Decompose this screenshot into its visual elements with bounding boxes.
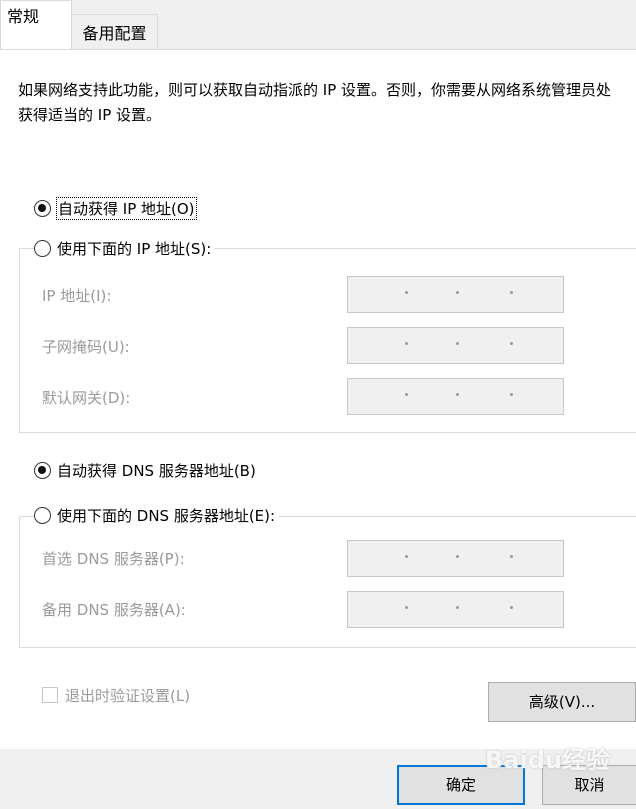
alternate-dns-label: 备用 DNS 服务器(A):	[42, 601, 186, 619]
ip-octet-separator	[456, 342, 459, 345]
ip-octet-separator	[405, 291, 408, 294]
manual-dns-radio-indicator[interactable]	[34, 506, 51, 524]
manual-ip-radio[interactable]: 使用下面的 IP 地址(S):	[34, 236, 216, 260]
description-text: 如果网络支持此功能，则可以获取自动指派的 IP 设置。否则，你需要从网络系统管理…	[18, 81, 612, 124]
manual-ip-radio-indicator[interactable]	[34, 239, 51, 257]
preferred-dns-field[interactable]	[347, 540, 564, 577]
default-gateway-label: 默认网关(D):	[42, 389, 131, 407]
auto-dns-radio-label: 自动获得 DNS 服务器地址(B)	[57, 461, 256, 480]
default-gateway-field[interactable]	[347, 378, 564, 415]
ip-octet-separator	[405, 393, 408, 396]
auto-ip-radio[interactable]: 自动获得 IP 地址(O)	[34, 196, 197, 220]
alternate-dns-field[interactable]	[347, 591, 564, 628]
subnet-mask-label: 子网掩码(U):	[42, 338, 130, 356]
manual-dns-group	[19, 516, 636, 648]
ip-octet-separator	[510, 606, 513, 609]
manual-ip-radio-label: 使用下面的 IP 地址(S):	[57, 239, 212, 258]
validate-on-exit-label: 退出时验证设置(L)	[65, 686, 191, 705]
manual-dns-radio-label: 使用下面的 DNS 服务器地址(E):	[57, 506, 276, 525]
auto-dns-radio-indicator[interactable]	[34, 461, 51, 479]
ip-octet-separator	[510, 555, 513, 558]
ip-octet-separator	[456, 555, 459, 558]
auto-ip-radio-label: 自动获得 IP 地址(O)	[56, 196, 197, 220]
ip-address-label: IP 地址(I):	[42, 287, 112, 305]
ip-octet-separator	[456, 393, 459, 396]
ip-octet-separator	[456, 291, 459, 294]
tab-bar: 常规 备用配置	[0, 0, 636, 49]
tab-general[interactable]: 常规	[0, 0, 72, 49]
preferred-dns-label: 首选 DNS 服务器(P):	[42, 550, 185, 568]
ip-octet-separator	[405, 555, 408, 558]
dialog-footer: 确定 取消	[0, 749, 636, 809]
validate-on-exit-checkbox[interactable]: 退出时验证设置(L)	[42, 684, 190, 706]
ok-button[interactable]: 确定	[397, 765, 525, 805]
ip-octet-separator	[405, 606, 408, 609]
ip-octet-separator	[405, 342, 408, 345]
ip-address-field[interactable]	[347, 276, 564, 313]
cancel-button[interactable]: 取消	[542, 765, 636, 805]
ip-octet-separator	[510, 342, 513, 345]
ip-octet-separator	[510, 393, 513, 396]
auto-dns-radio[interactable]: 自动获得 DNS 服务器地址(B)	[34, 458, 256, 482]
subnet-mask-field[interactable]	[347, 327, 564, 364]
general-panel: 如果网络支持此功能，则可以获取自动指派的 IP 设置。否则，你需要从网络系统管理…	[0, 49, 636, 750]
advanced-button[interactable]: 高级(V)...	[488, 682, 636, 722]
auto-ip-radio-indicator[interactable]	[34, 199, 51, 217]
manual-dns-radio[interactable]: 使用下面的 DNS 服务器地址(E):	[34, 503, 280, 527]
ip-octet-separator	[510, 291, 513, 294]
tab-alternate-config[interactable]: 备用配置	[72, 14, 158, 49]
validate-on-exit-checkbox-box[interactable]	[42, 687, 58, 703]
ip-octet-separator	[456, 606, 459, 609]
